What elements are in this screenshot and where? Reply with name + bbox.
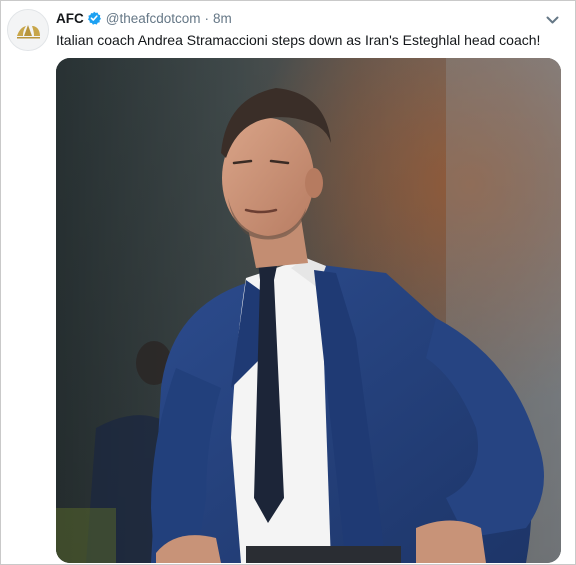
chevron-down-icon[interactable]: [546, 12, 559, 24]
tweet-timestamp[interactable]: 8m: [213, 11, 232, 26]
tweet-header: AFC @theafcdotcom · 8m: [56, 9, 232, 27]
tweet-photo[interactable]: [56, 58, 561, 563]
tweet-text: Italian coach Andrea Stramaccioni steps …: [56, 32, 541, 48]
header-separator: ·: [204, 10, 210, 26]
verified-badge-icon: [87, 11, 101, 25]
author-handle[interactable]: @theafcdotcom: [106, 11, 201, 26]
tweet-card[interactable]: AFC @theafcdotcom · 8m Italian coach And…: [0, 0, 576, 565]
coach-photo-image: [56, 58, 561, 563]
author-name[interactable]: AFC: [56, 11, 84, 26]
afc-logo-icon-graphic: [8, 10, 48, 50]
afc-logo-icon[interactable]: [7, 9, 49, 51]
